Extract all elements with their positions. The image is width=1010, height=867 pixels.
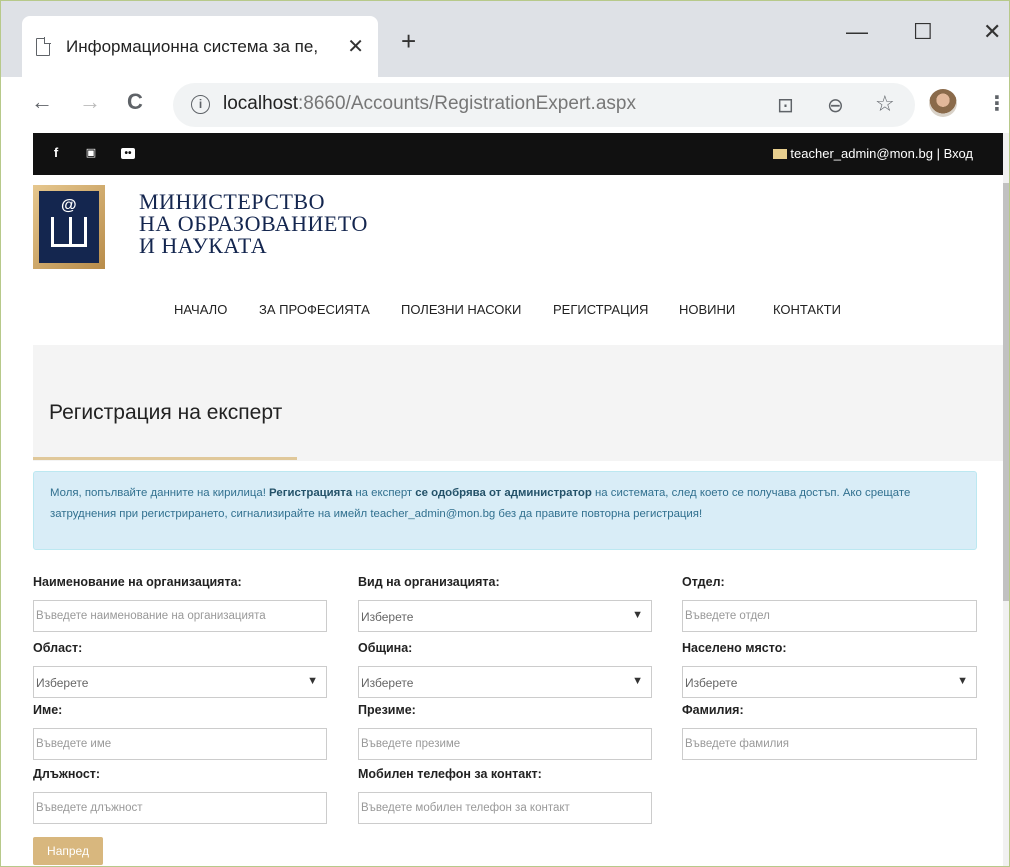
page-icon	[36, 36, 51, 56]
forward-icon[interactable]: →	[79, 89, 101, 115]
nav-item-home[interactable]: НАЧАЛО	[174, 302, 227, 317]
separator: |	[932, 146, 944, 161]
zoom-icon[interactable]: ⊖	[827, 93, 844, 118]
browser-window: Информационна система за пе, ✕ + — ☐ ✕ ←…	[0, 0, 1010, 867]
org-type-value: Изберете	[361, 610, 414, 624]
position-input[interactable]: Въведете длъжност	[33, 792, 327, 824]
info-alert: Моля, попълвайте данните на кирилица! Ре…	[33, 471, 977, 550]
alert-bold-1: Регистрацията	[269, 487, 353, 499]
region-value: Изберете	[36, 676, 89, 690]
mail-icon	[773, 149, 788, 159]
page-title: Регистрация на експерт	[49, 401, 283, 424]
position-label: Длъжност:	[33, 767, 101, 781]
nav-item-profession[interactable]: ЗА ПРОФЕСИЯТА	[259, 302, 370, 317]
nav-item-contacts[interactable]: КОНТАКТИ	[773, 302, 841, 317]
middle-name-label: Презиме:	[358, 703, 416, 717]
url-path: :8660/Accounts/RegistrationExpert.aspx	[298, 93, 636, 114]
title-underline	[33, 457, 297, 460]
department-input[interactable]: Въведете отдел	[682, 600, 977, 632]
last-name-label: Фамилия:	[682, 703, 744, 717]
ministry-name-line1: МИНИСТЕРСТВО	[139, 189, 325, 214]
first-name-label: Име:	[33, 703, 63, 717]
municipality-label: Община:	[358, 641, 413, 655]
region-select[interactable]: Изберете ▼	[33, 666, 327, 698]
chevron-down-icon: ▼	[632, 675, 643, 687]
settlement-value: Изберете	[685, 676, 738, 690]
new-tab-icon[interactable]: +	[401, 26, 416, 57]
facebook-icon[interactable]: f	[49, 145, 63, 161]
logo-background: @	[39, 191, 99, 263]
last-name-input[interactable]: Въведете фамилия	[682, 728, 977, 760]
flickr-icon[interactable]: ••	[121, 148, 135, 159]
logo-at-sign: @	[61, 197, 77, 214]
ministry-name[interactable]: МИНИСТЕРСТВО НА ОБРАЗОВАНИЕТО И НАУКАТА	[139, 191, 368, 257]
chevron-down-icon: ▼	[957, 675, 968, 687]
ministry-name-line2: НА ОБРАЗОВАНИЕТО	[139, 211, 368, 236]
page-viewport: f ▣ •• teacher_admin@mon.bg | Вход @ МИН…	[1, 133, 1009, 866]
main-navigation: НАЧАЛО ЗА ПРОФЕСИЯТА ПОЛЕЗНИ НАСОКИ РЕГИ…	[33, 302, 1003, 322]
first-name-input[interactable]: Въведете име	[33, 728, 327, 760]
middle-name-input[interactable]: Въведете презиме	[358, 728, 652, 760]
book-icon	[51, 217, 87, 247]
reload-icon[interactable]: C	[127, 89, 143, 115]
back-icon[interactable]: ←	[31, 89, 53, 115]
department-label: Отдел:	[682, 575, 725, 589]
phone-input[interactable]: Въведете мобилен телефон за контакт	[358, 792, 652, 824]
phone-label: Мобилен телефон за контакт:	[358, 767, 542, 781]
site-header: @ МИНИСТЕРСТВО НА ОБРАЗОВАНИЕТО И НАУКАТ…	[33, 175, 1003, 345]
tab-close-icon[interactable]: ✕	[347, 34, 364, 59]
alert-text-1: Моля, попълвайте данните на кирилица!	[50, 487, 270, 499]
profile-avatar[interactable]	[929, 89, 957, 117]
settlement-select[interactable]: Изберете ▼	[682, 666, 977, 698]
minimize-icon[interactable]: —	[846, 19, 868, 45]
admin-email[interactable]: teacher_admin@mon.bg	[790, 146, 933, 161]
scrollbar-thumb[interactable]	[1003, 183, 1009, 601]
next-button[interactable]: Напред	[33, 837, 103, 865]
org-name-label: Наименование на организацията:	[33, 575, 242, 589]
municipality-value: Изберете	[361, 676, 414, 690]
nav-item-guidelines[interactable]: ПОЛЕЗНИ НАСОКИ	[401, 302, 521, 317]
bookmark-star-icon[interactable]: ☆	[875, 91, 895, 117]
alert-bold-2: се одобрява от администратор	[415, 487, 592, 499]
address-bar[interactable]: i localhost:8660/Accounts/RegistrationEx…	[173, 83, 915, 127]
tab-strip: Информационна система за пе, ✕ + — ☐ ✕	[1, 1, 1009, 77]
youtube-icon[interactable]: ▣	[84, 145, 98, 161]
municipality-select[interactable]: Изберете ▼	[358, 666, 652, 698]
browser-toolbar: ← → C i localhost:8660/Accounts/Registra…	[1, 77, 1009, 133]
login-link[interactable]: Вход	[944, 146, 973, 161]
org-name-input[interactable]: Въведете наименование на организацията	[33, 600, 327, 632]
title-band: Регистрация на експерт	[33, 345, 1003, 461]
browser-menu-icon[interactable]: ⋮	[987, 91, 1007, 116]
nav-item-news[interactable]: НОВИНИ	[679, 302, 735, 317]
url-host: localhost	[223, 93, 298, 114]
window-close-icon[interactable]: ✕	[983, 19, 1001, 45]
ministry-logo[interactable]: @	[33, 185, 105, 269]
nav-item-registration[interactable]: РЕГИСТРАЦИЯ	[553, 302, 648, 317]
alert-text-2: на експерт	[352, 487, 416, 499]
settlement-label: Населено място:	[682, 641, 787, 655]
chevron-down-icon: ▼	[307, 675, 318, 687]
org-type-label: Вид на организацията:	[358, 575, 500, 589]
site-topbar: f ▣ •• teacher_admin@mon.bg | Вход	[33, 133, 1003, 175]
tab-title: Информационна система за пе,	[66, 36, 319, 56]
info-icon[interactable]: i	[191, 95, 210, 114]
chevron-down-icon: ▼	[632, 609, 643, 621]
login-area: teacher_admin@mon.bg | Вход	[773, 146, 973, 161]
region-label: Област:	[33, 641, 83, 655]
maximize-icon[interactable]: ☐	[913, 19, 933, 45]
translate-icon[interactable]: ⊡	[777, 93, 794, 118]
ministry-name-line3: И НАУКАТА	[139, 233, 268, 258]
url-text[interactable]: localhost:8660/Accounts/RegistrationExpe…	[223, 93, 636, 115]
org-type-select[interactable]: Изберете ▼	[358, 600, 652, 632]
browser-tab[interactable]: Информационна система за пе, ✕	[22, 16, 378, 77]
